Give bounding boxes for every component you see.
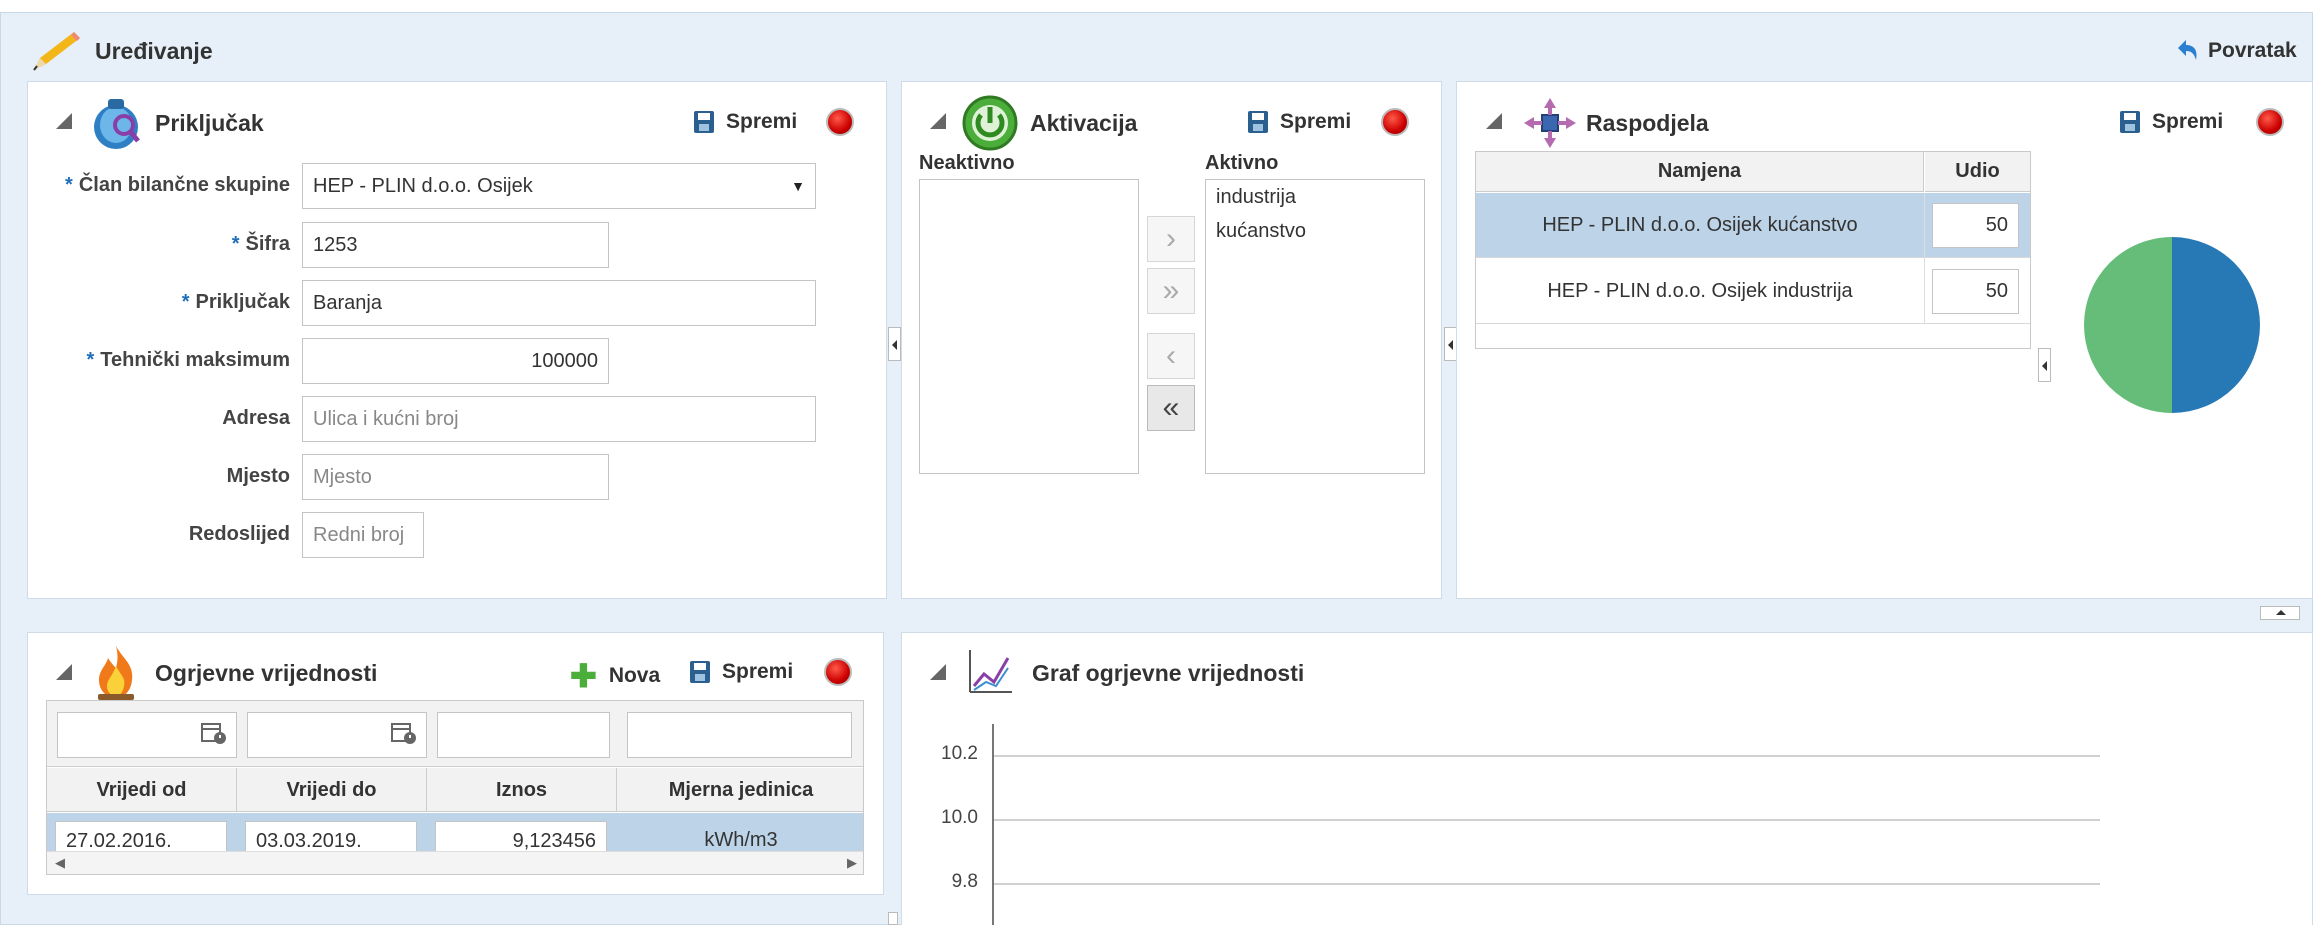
ogrjevne-table: Vrijedi od Vrijedi do Iznos Mjerna jedin… [46,700,864,875]
save-label: Spremi [722,660,794,683]
splitter-handle[interactable] [888,327,901,361]
distribution-icon [1522,96,1578,150]
raspodjela-save-button[interactable]: Spremi [2120,110,2223,134]
collapse-triangle-icon[interactable] [56,113,72,129]
prikljucak-label: * Priključak [181,291,290,313]
column-divider [1924,193,1925,324]
iznos-header[interactable]: Iznos [427,768,617,812]
adresa-label: Adresa [222,407,290,429]
raspodjela-title: Raspodjela [1586,110,1709,136]
inactive-list[interactable] [919,179,1139,474]
udio-input[interactable]: 50 [1932,203,2019,248]
prikljucak-input[interactable]: Baranja [302,280,816,326]
inactive-label: Neaktivno [919,152,1015,174]
floppy-icon [2120,111,2140,133]
pie-slice [2084,237,2172,413]
grid-line [994,819,2100,821]
vrijedi-od-header[interactable]: Vrijedi od [47,768,237,812]
pencil-icon [30,28,82,74]
calendar-icon[interactable] [201,721,227,745]
clan-select[interactable]: HEP - PLIN d.o.o. Osijek ▼ [302,163,816,209]
line-chart-icon [964,646,1016,698]
redoslijed-input[interactable]: Redni broj [302,512,424,558]
active-item[interactable]: kućanstvo [1216,220,1306,243]
mjesto-input[interactable]: Mjesto [302,454,609,500]
grid-line [994,755,2100,757]
move-all-right-button[interactable]: » [1147,268,1195,314]
collapse-triangle-icon[interactable] [930,113,946,129]
red-status-icon[interactable] [826,108,854,136]
udio-input[interactable]: 50 [1932,269,2019,314]
aktivacija-save-button[interactable]: Spremi [1248,110,1351,134]
sifra-label: * Šifra [231,233,290,255]
back-label: Povratak [2208,39,2297,62]
namjena-cell: HEP - PLIN d.o.o. Osijek industrija [1547,280,1853,302]
ogrjevne-title: Ogrjevne vrijednosti [155,660,378,686]
horizontal-scrollbar[interactable]: ◀ ▶ [47,851,863,874]
filter-iznos-input[interactable] [437,712,610,758]
floppy-icon [694,111,714,133]
graf-title: Graf ogrjevne vrijednosti [1032,660,1305,686]
namjena-cell: HEP - PLIN d.o.o. Osijek kućanstvo [1542,214,1858,236]
collapse-triangle-icon[interactable] [56,664,72,680]
redoslijed-label: Redoslijed [188,523,290,545]
jedinica-cell: kWh/m3 [704,829,778,851]
clan-label: * Član bilančne skupine [65,174,290,196]
pie-chart [2084,237,2260,413]
new-button[interactable]: ✚ Nova [570,660,660,692]
save-label: Spremi [1280,110,1352,133]
sifra-input[interactable]: 1253 [302,222,609,268]
save-label: Spremi [2152,110,2224,133]
move-right-button[interactable]: › [1147,216,1195,262]
active-label: Aktivno [1205,152,1279,174]
dropdown-arrow-icon: ▼ [791,178,805,194]
chart-area: 10.2 10.0 9.8 [920,720,2200,925]
collapse-triangle-icon[interactable] [930,664,946,680]
move-all-left-button[interactable]: « [1147,385,1195,431]
jedinica-header[interactable]: Mjerna jedinica [617,768,863,812]
y-tick-label: 9.8 [951,871,978,892]
mjesto-label: Mjesto [226,465,290,487]
prikljucak-title: Priključak [155,110,264,136]
active-item[interactable]: industrija [1216,186,1296,209]
ogrjevne-save-button[interactable]: Spremi [690,660,793,684]
tehnicki-input[interactable]: 100000 [302,338,609,384]
aktivacija-title: Aktivacija [1030,110,1138,136]
connector-icon [90,95,142,151]
fire-icon [92,644,140,702]
tehnicki-label: * Tehnički maksimum [86,349,291,371]
page-title: Uređivanje [95,38,213,64]
splitter-handle[interactable] [2038,348,2051,382]
red-status-icon[interactable] [2256,108,2284,136]
new-label: Nova [608,664,661,687]
grid-line [994,883,2100,885]
vrijedi-do-header[interactable]: Vrijedi do [237,768,427,812]
pie-slice [2172,237,2260,413]
save-label: Spremi [726,110,798,133]
red-status-icon[interactable] [1381,108,1409,136]
red-status-icon[interactable] [824,658,852,686]
plus-icon: ✚ [570,658,597,694]
floppy-icon [690,661,710,683]
udio-header[interactable]: Udio [1925,152,2030,192]
clan-value: HEP - PLIN d.o.o. Osijek [313,174,533,197]
calendar-icon[interactable] [391,721,417,745]
move-left-button[interactable]: ‹ [1147,333,1195,379]
splitter-handle[interactable] [888,912,898,925]
back-button[interactable]: Povratak [2174,38,2297,64]
collapse-up-handle[interactable] [2260,606,2300,620]
floppy-icon [1248,111,1268,133]
namjena-header[interactable]: Namjena [1476,152,1924,192]
y-tick-label: 10.0 [941,807,978,828]
prikljucak-save-button[interactable]: Spremi [694,110,797,134]
back-arrow-icon [2178,40,2197,60]
y-tick-label: 10.2 [941,743,978,764]
filter-jedinica-input[interactable] [627,712,852,758]
adresa-input[interactable]: Ulica i kućni broj [302,396,816,442]
collapse-triangle-icon[interactable] [1486,113,1502,129]
power-icon [962,95,1018,151]
